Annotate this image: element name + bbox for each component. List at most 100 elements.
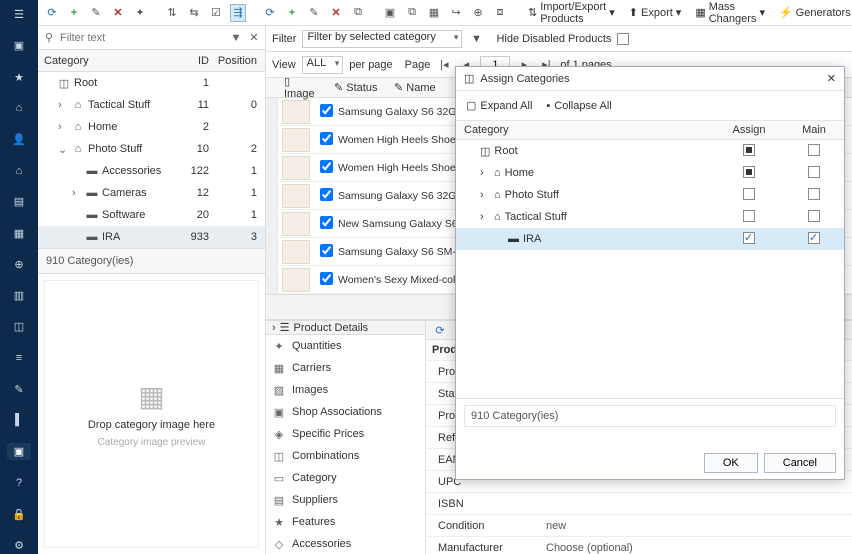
tool4-icon[interactable]: ☑ [208, 4, 224, 22]
col-position[interactable]: Position [209, 55, 265, 67]
stats-icon[interactable]: ▌ [7, 412, 31, 429]
checkbox[interactable] [743, 144, 755, 156]
hide-disabled-checkbox[interactable] [617, 33, 629, 45]
puzzle-icon[interactable]: ◫ [7, 318, 31, 335]
import-export-menu[interactable]: ⇅ Import/Export Products ▾ [524, 1, 619, 25]
global-field[interactable]: Conditionnew [426, 515, 852, 537]
checkbox[interactable] [808, 232, 820, 244]
product-checkbox[interactable] [320, 272, 333, 285]
detail-item[interactable]: ▣Shop Associations [266, 401, 425, 423]
detail-item[interactable]: ▭Category [266, 467, 425, 489]
generators-menu[interactable]: ⚡ Generators ▾ [775, 6, 852, 19]
image-dropzone[interactable]: ▦ Drop category image here Category imag… [44, 280, 259, 548]
dialog-row[interactable]: ▬IRA [456, 228, 844, 250]
detail-item[interactable]: ◇Accessories [266, 533, 425, 554]
perpage-select[interactable]: ALL [302, 56, 344, 74]
col-status[interactable]: Status [346, 82, 377, 94]
delete2-icon[interactable]: ✕ [328, 4, 344, 22]
filter-clear-icon[interactable]: ✕ [247, 31, 261, 44]
tree-row[interactable]: ›⌂Tactical Stuff110 [38, 94, 265, 116]
home-icon[interactable]: ⌂ [7, 162, 31, 179]
detail-item[interactable]: ▤Suppliers [266, 489, 425, 511]
delete-icon[interactable]: ✕ [110, 4, 126, 22]
product-checkbox[interactable] [320, 188, 333, 201]
col-id[interactable]: ID [169, 55, 209, 67]
global-field[interactable]: ISBN [426, 493, 852, 515]
cancel-button[interactable]: Cancel [764, 453, 836, 473]
gear-icon[interactable]: ⚙ [7, 537, 31, 554]
tree-row[interactable]: ⌄⌂Photo Stuff102 [38, 138, 265, 160]
expand-all-button[interactable]: ▢ Expand All [466, 99, 532, 112]
col-name[interactable]: Name [406, 82, 435, 94]
tree-row[interactable]: ›⌂Home2 [38, 116, 265, 138]
copy-icon[interactable]: ⧉ [350, 4, 366, 22]
dialog-row[interactable]: ›⌂Photo Stuff [456, 184, 844, 206]
tool2-icon[interactable]: ⇅ [164, 4, 180, 22]
collapse-all-button[interactable]: ▪ Collapse All [546, 99, 611, 112]
inbox-icon[interactable]: ⌂ [7, 100, 31, 117]
dlg-col-main[interactable]: Main [784, 124, 844, 136]
lock-icon[interactable]: 🔒 [7, 506, 31, 523]
checkbox[interactable] [743, 210, 755, 222]
tree-row[interactable]: ›▬Cameras121 [38, 182, 265, 204]
detail-item[interactable]: ▦Carriers [266, 357, 425, 379]
export-menu[interactable]: ⬆ Export ▾ [625, 6, 686, 19]
t6-icon[interactable]: ▣ [382, 4, 398, 22]
add-icon[interactable]: + [66, 4, 82, 22]
refresh2-icon[interactable]: ⟳ [262, 4, 278, 22]
product-checkbox[interactable] [320, 160, 333, 173]
person-icon[interactable]: 👤 [7, 131, 31, 148]
t11-icon[interactable]: ⧈ [492, 4, 508, 22]
page-first-icon[interactable]: |◂ [436, 56, 452, 74]
dlg-col-assign[interactable]: Assign [714, 124, 784, 136]
filter-funnel-icon[interactable]: ▼ [229, 32, 243, 44]
dialog-row[interactable]: ◫Root [456, 140, 844, 162]
archive-icon[interactable]: ▣ [7, 443, 31, 460]
dlg-col-category[interactable]: Category [456, 124, 714, 136]
detail-item[interactable]: ▨Images [266, 379, 425, 401]
edit-icon[interactable]: ✎ [88, 4, 104, 22]
product-checkbox[interactable] [320, 216, 333, 229]
ok-button[interactable]: OK [704, 453, 758, 473]
product-checkbox[interactable] [320, 104, 333, 117]
checkbox[interactable] [808, 210, 820, 222]
detail-item[interactable]: ✦Quantities [266, 335, 425, 357]
chat-icon[interactable]: ▤ [7, 193, 31, 210]
filter-apply-icon[interactable]: ▼ [468, 30, 484, 48]
checkbox[interactable] [743, 232, 755, 244]
detail-item[interactable]: ◫Combinations [266, 445, 425, 467]
refresh-icon[interactable]: ⟳ [44, 4, 60, 22]
help-icon[interactable]: ? [7, 474, 31, 491]
globe-icon[interactable]: ⊕ [7, 256, 31, 273]
dialog-row[interactable]: ›⌂Home [456, 162, 844, 184]
tree-row[interactable]: ▬Accessories1221 [38, 160, 265, 182]
detail-item[interactable]: ★Features [266, 511, 425, 533]
filter-select[interactable]: Filter by selected category [302, 30, 462, 48]
product-checkbox[interactable] [320, 132, 333, 145]
global-field[interactable]: ManufacturerChoose (optional) [426, 537, 852, 554]
tool5-icon[interactable]: ⇶ [230, 4, 246, 22]
t9-icon[interactable]: ↪ [448, 4, 464, 22]
refresh-icon[interactable]: ⟳ [432, 321, 448, 339]
tree-row[interactable]: ◫Root1 [38, 72, 265, 94]
filter-input[interactable] [60, 29, 225, 47]
chart-icon[interactable]: ▥ [7, 287, 31, 304]
sliders-icon[interactable]: ≡ [7, 349, 31, 366]
t8-icon[interactable]: ▦ [426, 4, 442, 22]
t7-icon[interactable]: ⧉ [404, 4, 420, 22]
tool3-icon[interactable]: ⇆ [186, 4, 202, 22]
tool1-icon[interactable]: ✦ [132, 4, 148, 22]
checkbox[interactable] [808, 188, 820, 200]
tree-row[interactable]: ▬Software201 [38, 204, 265, 226]
product-checkbox[interactable] [320, 244, 333, 257]
edit2-icon[interactable]: ✎ [306, 4, 322, 22]
wrench-icon[interactable]: ✎ [7, 381, 31, 398]
star-icon[interactable]: ★ [7, 68, 31, 85]
t10-icon[interactable]: ⊕ [470, 4, 486, 22]
checkbox[interactable] [743, 188, 755, 200]
checkbox[interactable] [743, 166, 755, 178]
hamburger-icon[interactable]: ☰ [7, 6, 31, 23]
col-category[interactable]: Category [38, 55, 169, 67]
add2-icon[interactable]: + [284, 4, 300, 22]
detail-item[interactable]: ◈Specific Prices [266, 423, 425, 445]
